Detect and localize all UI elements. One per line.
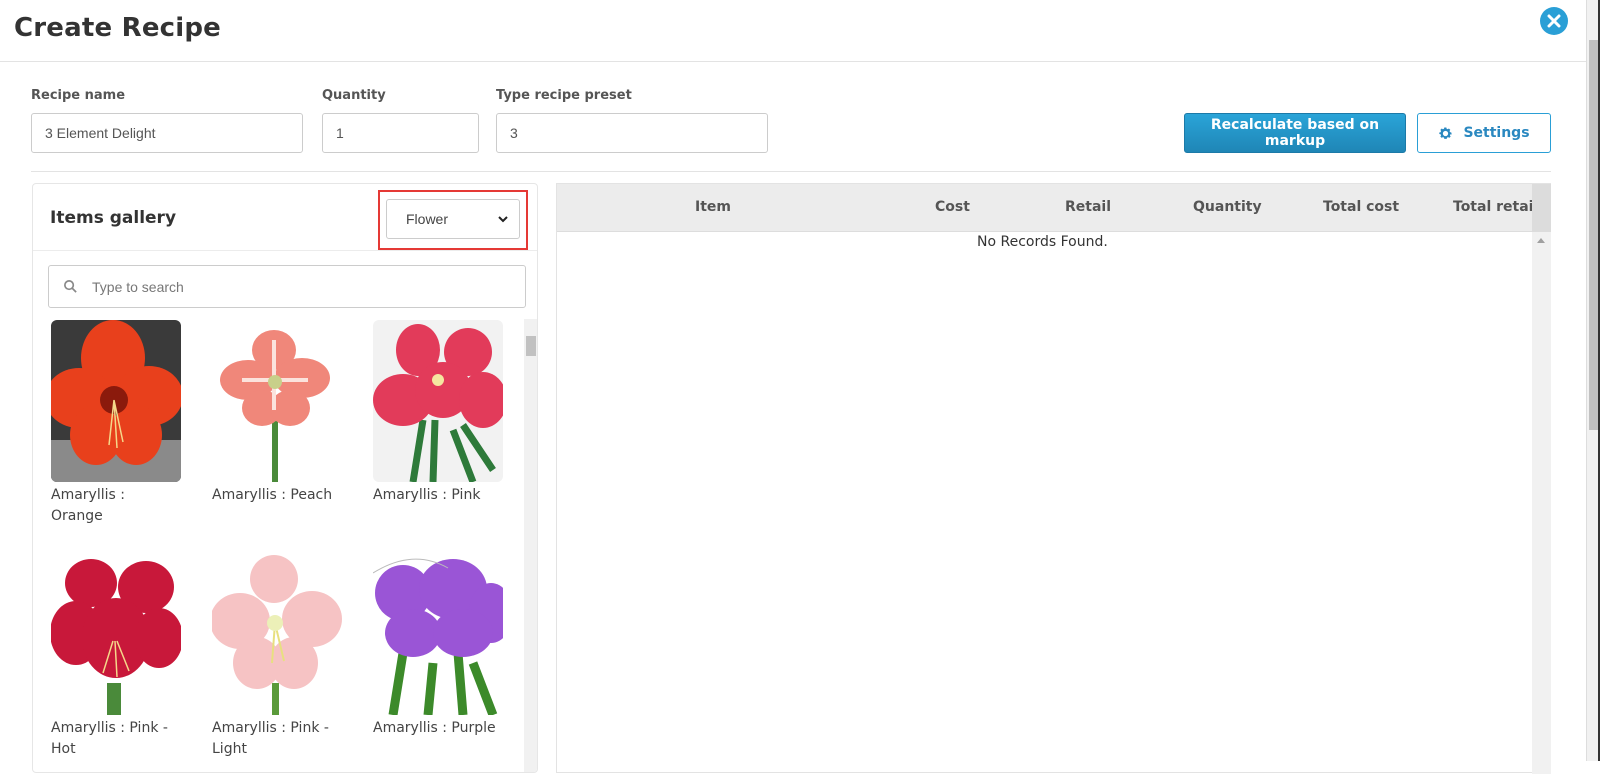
settings-label: Settings <box>1463 125 1530 141</box>
item-name: Amaryllis : Pink - Light <box>212 720 329 757</box>
items-grid: Amaryllis : Orange Amaryllis: Peach Ama… <box>51 320 521 772</box>
preset-label: Type recipe preset <box>496 88 632 103</box>
category-select[interactable]: Flower <box>386 199 520 239</box>
scroll-up-arrow-icon[interactable] <box>1537 238 1545 243</box>
item-name: Amaryllis : Peach <box>212 487 333 503</box>
scrollbar-header <box>1532 184 1551 232</box>
item-name: Amaryllis : Pink <box>373 487 481 503</box>
item-card-amaryllis-orange[interactable]: Amaryllis : Orange <box>51 320 181 527</box>
col-total-retail[interactable]: Total retai <box>1453 199 1533 215</box>
gallery-title: Items gallery <box>50 208 177 228</box>
search-icon <box>64 280 77 293</box>
item-name: Amaryllis : Orange <box>51 487 125 524</box>
search-input[interactable] <box>92 278 492 295</box>
item-image <box>212 553 342 715</box>
item-image <box>51 320 181 482</box>
gear-icon <box>1439 127 1453 139</box>
recipe-preset-input[interactable] <box>496 113 768 153</box>
item-card-amaryllis-peach[interactable]: Amaryllis : Peach <box>212 320 342 506</box>
page-title: Create Recipe <box>14 13 222 43</box>
create-recipe-modal: Create Recipe Recipe name Quantity Type … <box>0 0 1586 774</box>
col-quantity[interactable]: Quantity <box>1193 199 1262 215</box>
modal-header: Create Recipe <box>0 0 1586 62</box>
item-image <box>212 320 342 482</box>
close-button[interactable] <box>1540 7 1568 35</box>
settings-button[interactable]: Settings <box>1417 113 1551 153</box>
item-image <box>373 320 503 482</box>
divider <box>31 171 1551 172</box>
page-scrollbar-thumb[interactable] <box>1589 40 1598 430</box>
item-name: Amaryllis : Pink - Hot <box>51 720 168 757</box>
chevron-down-icon <box>498 216 508 223</box>
gallery-header: Items gallery Flower <box>33 184 537 251</box>
recalculate-button[interactable]: Recalculate based on markup <box>1184 113 1406 153</box>
empty-message: No Records Found. <box>977 234 1108 250</box>
item-image <box>51 553 181 715</box>
page-scrollbar[interactable] <box>1586 0 1600 761</box>
item-card-amaryllis-pink[interactable]: Amaryllis : Pink <box>373 320 503 506</box>
item-name: Amaryllis : Purple <box>373 720 496 736</box>
recipe-name-input[interactable] <box>31 113 303 153</box>
recipe-name-label: Recipe name <box>31 88 126 103</box>
col-item[interactable]: Item <box>695 199 731 215</box>
recipe-items-table: Item Cost Retail Quantity Total cost Tot… <box>556 183 1551 774</box>
col-total-cost[interactable]: Total cost <box>1323 199 1399 215</box>
item-card-amaryllis-purple[interactable]: Amaryllis : Purple <box>373 553 503 739</box>
search-box[interactable] <box>48 265 526 308</box>
quantity-label: Quantity <box>322 88 386 103</box>
quantity-input[interactable] <box>322 113 479 153</box>
table-header: Item Cost Retail Quantity Total cost Tot… <box>557 184 1533 232</box>
items-gallery-panel: Items gallery Flower Type to search Amar… <box>32 183 538 773</box>
close-icon <box>1547 14 1561 28</box>
col-cost[interactable]: Cost <box>935 199 970 215</box>
table-scrollbar[interactable] <box>1532 184 1551 774</box>
item-card-amaryllis-pink-light[interactable]: Amaryllis : Pink - Light <box>212 553 342 760</box>
item-card-amaryllis-pink-hot[interactable]: Amaryllis : Pink - Hot <box>51 553 181 760</box>
gallery-scrollbar[interactable] <box>524 319 537 772</box>
scrollbar-thumb[interactable] <box>526 336 536 356</box>
category-value: Flower <box>406 211 449 227</box>
col-retail[interactable]: Retail <box>1065 199 1111 215</box>
item-image <box>373 553 503 715</box>
